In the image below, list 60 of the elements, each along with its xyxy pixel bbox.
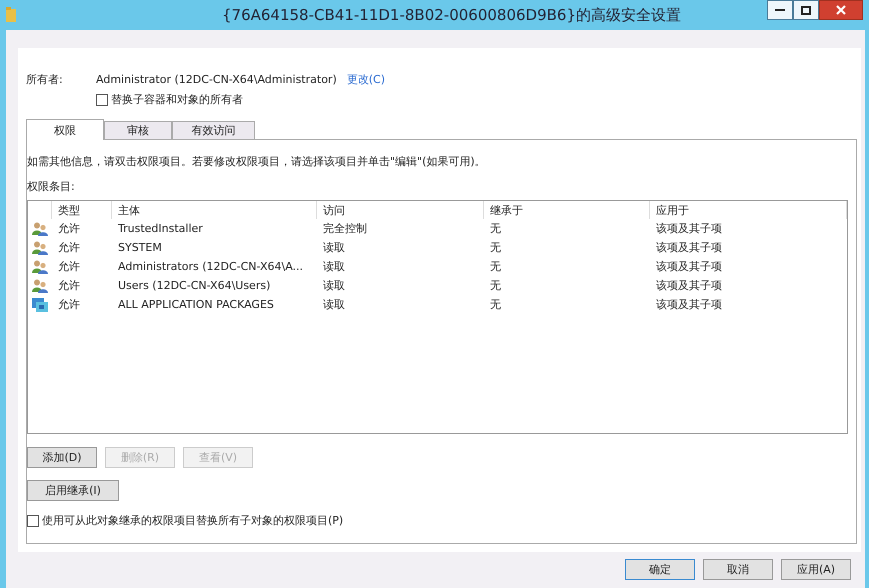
table-cell: 读取 (323, 298, 345, 311)
close-button[interactable] (819, 0, 863, 20)
info-text: 如需其他信息，请双击权限项目。若要修改权限项目，请选择该项目并单击"编辑"(如果可用)。 (27, 154, 487, 169)
table-cell: 读取 (323, 241, 345, 254)
users-icon (32, 260, 48, 274)
table-cell: SYSTEM (118, 241, 162, 254)
maximize-icon (801, 6, 811, 14)
table-cell: 允许 (58, 298, 80, 311)
users-icon (32, 240, 48, 254)
owner-value: Administrator (12DC-CN-X64\Administrator) (96, 72, 337, 86)
table-cell: 允许 (58, 222, 80, 235)
table-cell: 该项及其子项 (656, 260, 722, 273)
table-cell: 允许 (58, 260, 80, 273)
table-cell: 该项及其子项 (656, 241, 722, 254)
column-header[interactable]: 类型 (52, 201, 112, 219)
table-cell: 读取 (323, 279, 345, 292)
minimize-button[interactable] (767, 0, 793, 20)
checkbox[interactable] (27, 514, 39, 526)
owner-label: 所有者: (26, 72, 64, 86)
minimize-icon (775, 8, 785, 12)
column-header[interactable]: 访问 (317, 201, 484, 219)
dialog-button[interactable]: 取消 (703, 559, 773, 580)
table-cell: 允许 (58, 241, 80, 254)
window-title: {76A64158-CB41-11D1-8B02-00600806D9B6}的高级安全设置 (220, 6, 682, 24)
maximize-button[interactable] (793, 0, 819, 20)
checkbox-label: 替换子容器和对象的所有者 (111, 92, 243, 107)
users-icon (32, 278, 48, 292)
column-header[interactable]: 应用于 (650, 201, 847, 219)
table-cell: 读取 (323, 260, 345, 273)
package-icon (32, 298, 48, 312)
table-cell: ALL APPLICATION PACKAGES (118, 298, 274, 311)
table-cell: 该项及其子项 (656, 222, 722, 235)
table-cell: 该项及其子项 (656, 279, 722, 292)
column-header[interactable]: 继承于 (484, 201, 650, 219)
entries-label: 权限条目: (27, 179, 76, 194)
table-cell: 无 (490, 241, 501, 254)
enable-inheritance-button[interactable]: 启用继承(I) (27, 480, 119, 501)
table-cell: TrustedInstaller (118, 222, 203, 235)
dialog-button[interactable]: 确定 (625, 559, 695, 580)
folder-icon (6, 7, 16, 23)
tab[interactable]: 审核 (104, 121, 172, 139)
users-icon (32, 222, 48, 236)
dialog-button[interactable]: 应用(A) (781, 559, 851, 580)
column-header[interactable]: 主体 (112, 201, 317, 219)
table-cell: 完全控制 (323, 222, 367, 235)
table-cell: 无 (490, 279, 501, 292)
table-cell: 该项及其子项 (656, 298, 722, 311)
table-cell: 无 (490, 298, 501, 311)
table-cell: 无 (490, 222, 501, 235)
table-cell: Users (12DC-CN-X64\Users) (118, 279, 270, 292)
tab[interactable]: 有效访问 (172, 121, 255, 139)
table-cell: Administrators (12DC-CN-X64\A... (118, 260, 304, 273)
table-cell: 无 (490, 260, 501, 273)
close-icon (836, 5, 846, 15)
tab[interactable]: 权限 (26, 119, 104, 140)
checkbox-label: 使用可从此对象继承的权限项目替换所有子对象的权限项目(P) (42, 513, 344, 528)
entry-button[interactable]: 添加(D) (27, 447, 97, 468)
change-link[interactable]: 更改(C) (346, 72, 386, 86)
table-cell: 允许 (58, 279, 80, 292)
checkbox[interactable] (96, 94, 108, 106)
